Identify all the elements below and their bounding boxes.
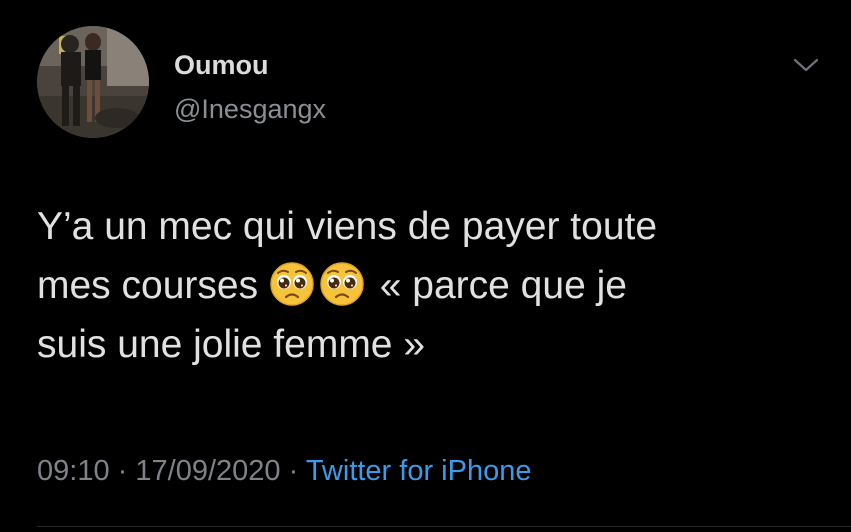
avatar[interactable] xyxy=(37,26,149,138)
tweet-time[interactable]: 09:10 xyxy=(37,455,110,487)
tweet-text: Y’a un mec qui viens de payer toute mes … xyxy=(37,197,827,374)
meta-separator: · xyxy=(117,455,128,487)
pleading-face-emoji xyxy=(319,261,365,307)
avatar-image xyxy=(37,26,149,138)
tweet-meta: 09:10 · 17/09/2020 · Twitter for iPhone xyxy=(37,455,531,488)
tweet: Oumou @Inesgangx Y’a un mec qui viens de… xyxy=(0,0,851,532)
author-handle[interactable]: @Inesgangx xyxy=(174,94,326,125)
chevron-down-icon xyxy=(793,58,819,72)
tweet-text-segment: « parce que je xyxy=(379,264,627,307)
divider xyxy=(37,526,851,527)
tweet-text-line-3: suis une jolie femme » xyxy=(37,323,426,366)
tweet-menu-button[interactable] xyxy=(792,55,820,75)
tweet-source-link[interactable]: Twitter for iPhone xyxy=(306,455,532,487)
tweet-text-line-1: Y’a un mec qui viens de payer toute xyxy=(37,205,658,248)
tweet-text-segment: mes courses xyxy=(37,264,259,307)
tweet-date[interactable]: 17/09/2020 xyxy=(135,455,280,487)
author-display-name[interactable]: Oumou xyxy=(174,50,269,81)
meta-separator: · xyxy=(288,455,299,487)
pleading-face-emoji xyxy=(269,261,315,307)
tweet-text-line-2: mes courses « parce que je xyxy=(37,256,827,315)
